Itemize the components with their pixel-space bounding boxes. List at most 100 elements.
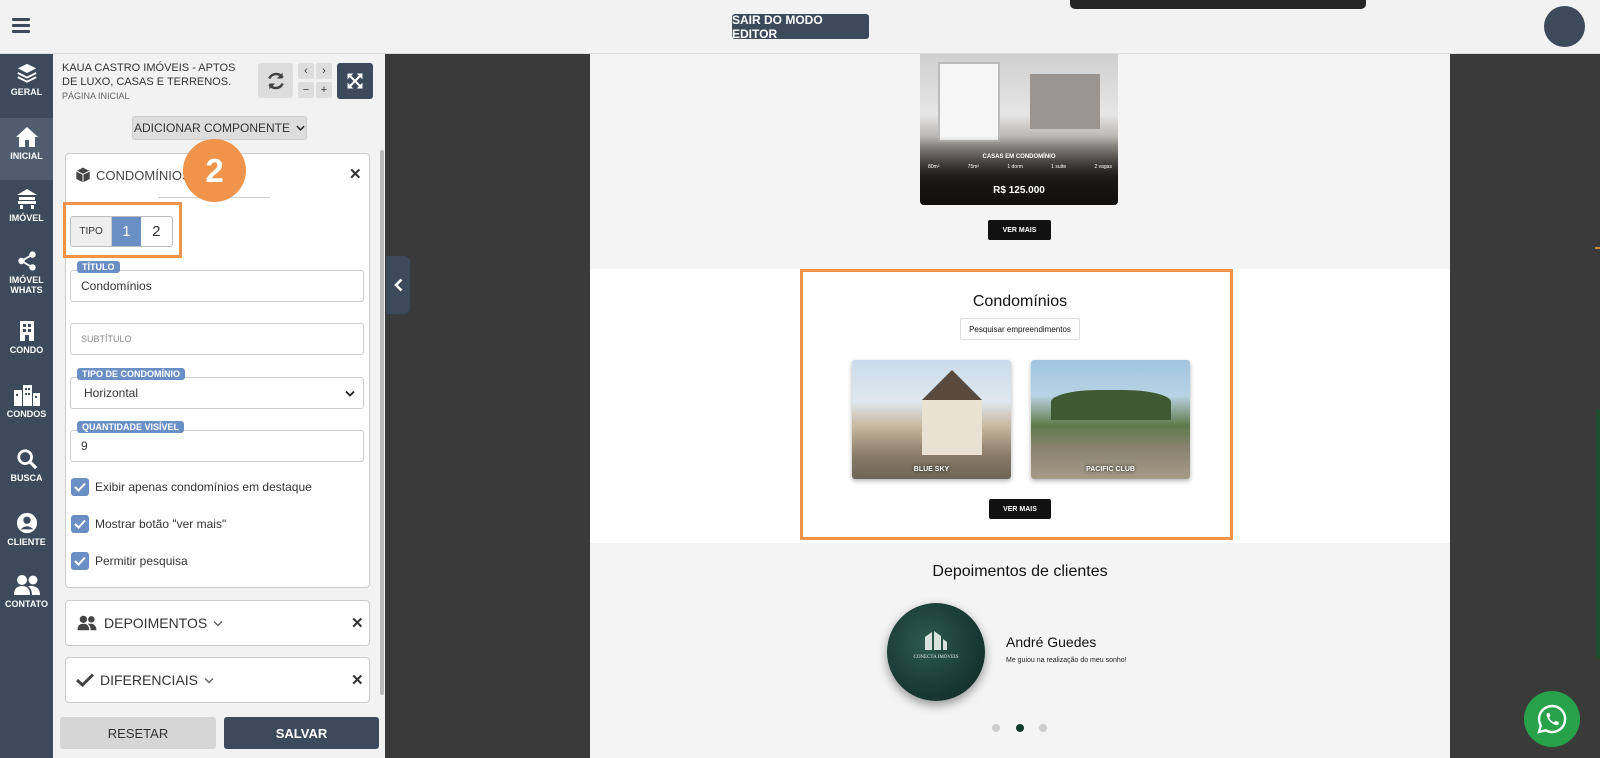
section-depoimentos[interactable]: DEPOIMENTOS ✕: [65, 600, 370, 646]
checkbox-checked-icon[interactable]: [71, 515, 89, 533]
nav-label: CONDOS: [6, 409, 47, 419]
collapse-panel-button[interactable]: [386, 256, 410, 314]
cube-icon: [76, 167, 90, 183]
carousel-dot[interactable]: [992, 724, 1000, 732]
nav-label: IMÓVEL: [9, 213, 44, 223]
property-price: R$ 125.000: [993, 185, 1045, 196]
property-card[interactable]: CASAS EM CONDOMÍNIO 80m² 75m² 1 dorm 1 s…: [920, 54, 1118, 205]
close-icon[interactable]: ✕: [351, 614, 364, 632]
side-graphic: [1596, 409, 1600, 659]
share-icon: [17, 251, 36, 271]
nav-item-inicial[interactable]: INICIAL: [0, 118, 53, 180]
zoom-out-button[interactable]: −: [298, 82, 314, 98]
checkbox-pesquisa[interactable]: Permitir pesquisa: [71, 552, 188, 570]
titulo-value: Condomínios: [81, 279, 152, 293]
checkbox-checked-icon[interactable]: [71, 478, 89, 496]
add-component-select[interactable]: ADICIONAR COMPONENTE: [132, 116, 307, 140]
house-icon: [16, 189, 37, 209]
close-icon[interactable]: ✕: [351, 671, 364, 689]
checkbox-ver-mais[interactable]: Mostrar botão "ver mais": [71, 515, 226, 533]
quantidade-label: QUANTIDADE VISÍVEL: [77, 421, 185, 433]
quantidade-field[interactable]: 9: [70, 430, 364, 462]
close-icon[interactable]: ✕: [349, 165, 362, 183]
feature-dorm: 1 dorm: [1007, 164, 1023, 170]
condo-card-blue-sky[interactable]: BLUE SKY: [852, 360, 1011, 479]
refresh-icon: [267, 72, 284, 89]
condo-name: BLUE SKY: [913, 466, 950, 473]
refresh-button[interactable]: [258, 63, 293, 98]
section-title: DEPOIMENTOS: [76, 615, 223, 631]
users-icon: [77, 615, 97, 631]
user-circle-icon: [16, 512, 37, 534]
subtitulo-field[interactable]: SUBTÍTULO: [70, 323, 364, 355]
testimonial-quote: Me guiou na realização do meu sonho!: [1006, 657, 1127, 664]
arrow-right-button[interactable]: ›: [316, 63, 332, 79]
roof-graphic: [922, 370, 982, 400]
chevron-down-icon: [296, 125, 305, 131]
carousel-dot-active[interactable]: [1016, 724, 1024, 732]
check-icon: [76, 673, 94, 687]
chevron-down-icon: [213, 620, 223, 627]
component-title: CONDOMÍNIOS: [96, 167, 191, 183]
feature-built: 75m²: [967, 164, 980, 170]
reset-button[interactable]: RESETAR: [60, 717, 216, 749]
titulo-field[interactable]: Condomínios: [70, 270, 364, 302]
palm-graphic: [1051, 390, 1171, 420]
right-canvas-margin: [1450, 54, 1600, 758]
building-icon: [19, 321, 34, 341]
nav-item-contato[interactable]: CONTATO: [0, 574, 53, 630]
nav-item-cliente[interactable]: CLIENTE: [0, 512, 53, 568]
arrow-left-button[interactable]: ‹: [298, 63, 314, 79]
condominios-title: Condomínios: [972, 293, 1068, 310]
section-diferenciais[interactable]: DIFERENCIAIS ✕: [65, 657, 370, 703]
toast-bar: [1070, 0, 1366, 9]
search-condos-button[interactable]: Pesquisar empreendimentos: [960, 318, 1080, 340]
nav-label: INICIAL: [10, 151, 43, 161]
section-title: DIFERENCIAIS: [76, 672, 214, 688]
tipo-toggle: TIPO 1 2: [70, 216, 173, 247]
nav-item-imovel[interactable]: IMÓVEL: [0, 188, 53, 244]
chevron-down-icon: [345, 390, 355, 397]
tipo-condominio-select[interactable]: Horizontal: [70, 377, 364, 409]
save-button[interactable]: SALVAR: [224, 717, 379, 749]
top-bar: SAIR DO MODO EDITOR: [0, 0, 1600, 54]
condo-card-pacific-club[interactable]: PACIFIC CLUB: [1031, 360, 1190, 479]
avatar[interactable]: [1544, 6, 1585, 47]
testimonial-name: André Guedes: [1006, 634, 1097, 650]
nav-item-condo[interactable]: CONDO: [0, 320, 53, 376]
carousel-dot[interactable]: [1039, 724, 1047, 732]
zoom-in-button[interactable]: +: [316, 82, 332, 98]
ver-mais-button[interactable]: VER MAIS: [988, 220, 1051, 240]
checkbox-label: Mostrar botão "ver mais": [95, 517, 227, 531]
menu-icon[interactable]: [12, 18, 30, 33]
page-name: PÁGINA INICIAL: [62, 91, 130, 101]
home-icon: [15, 127, 38, 147]
subtitulo-placeholder: SUBTÍTULO: [81, 334, 132, 344]
tipo-option-2[interactable]: 2: [141, 217, 172, 246]
nav-item-geral[interactable]: GERAL: [0, 62, 53, 118]
testimonial-photo: CONECTA IMÓVEIS: [887, 603, 985, 701]
checkbox-destaque[interactable]: Exibir apenas condomínios em destaque: [71, 478, 312, 496]
checkbox-checked-icon[interactable]: [71, 552, 89, 570]
nav-item-busca[interactable]: BUSCA: [0, 448, 53, 504]
nav-label: BUSCA: [10, 473, 43, 483]
users-icon: [13, 575, 40, 595]
nav-item-condos[interactable]: CONDOS: [0, 384, 53, 440]
expand-button[interactable]: [337, 63, 373, 99]
nav-label: CONTATO: [5, 599, 48, 609]
nav-label: CONDO: [9, 345, 44, 355]
checkbox-label: Exibir apenas condomínios em destaque: [95, 480, 312, 494]
exit-editor-button[interactable]: SAIR DO MODO EDITOR: [732, 13, 869, 41]
component-header[interactable]: CONDOMÍNIOS: [75, 167, 191, 183]
nav-item-imovel-whats[interactable]: IMÓVEL WHATS: [0, 250, 53, 306]
feature-suite: 1 suíte: [1051, 164, 1067, 170]
ver-mais-button[interactable]: VER MAIS: [989, 499, 1051, 519]
nav-label: GERAL: [10, 87, 43, 97]
chevron-left-icon: [393, 278, 402, 292]
tipo-option-1[interactable]: 1: [112, 217, 141, 246]
quantidade-value: 9: [81, 439, 88, 453]
city-icon: [13, 385, 40, 406]
scrollbar[interactable]: [380, 150, 384, 695]
site-preview: CASAS EM CONDOMÍNIO 80m² 75m² 1 dorm 1 s…: [590, 54, 1450, 758]
whatsapp-button[interactable]: [1524, 691, 1580, 747]
